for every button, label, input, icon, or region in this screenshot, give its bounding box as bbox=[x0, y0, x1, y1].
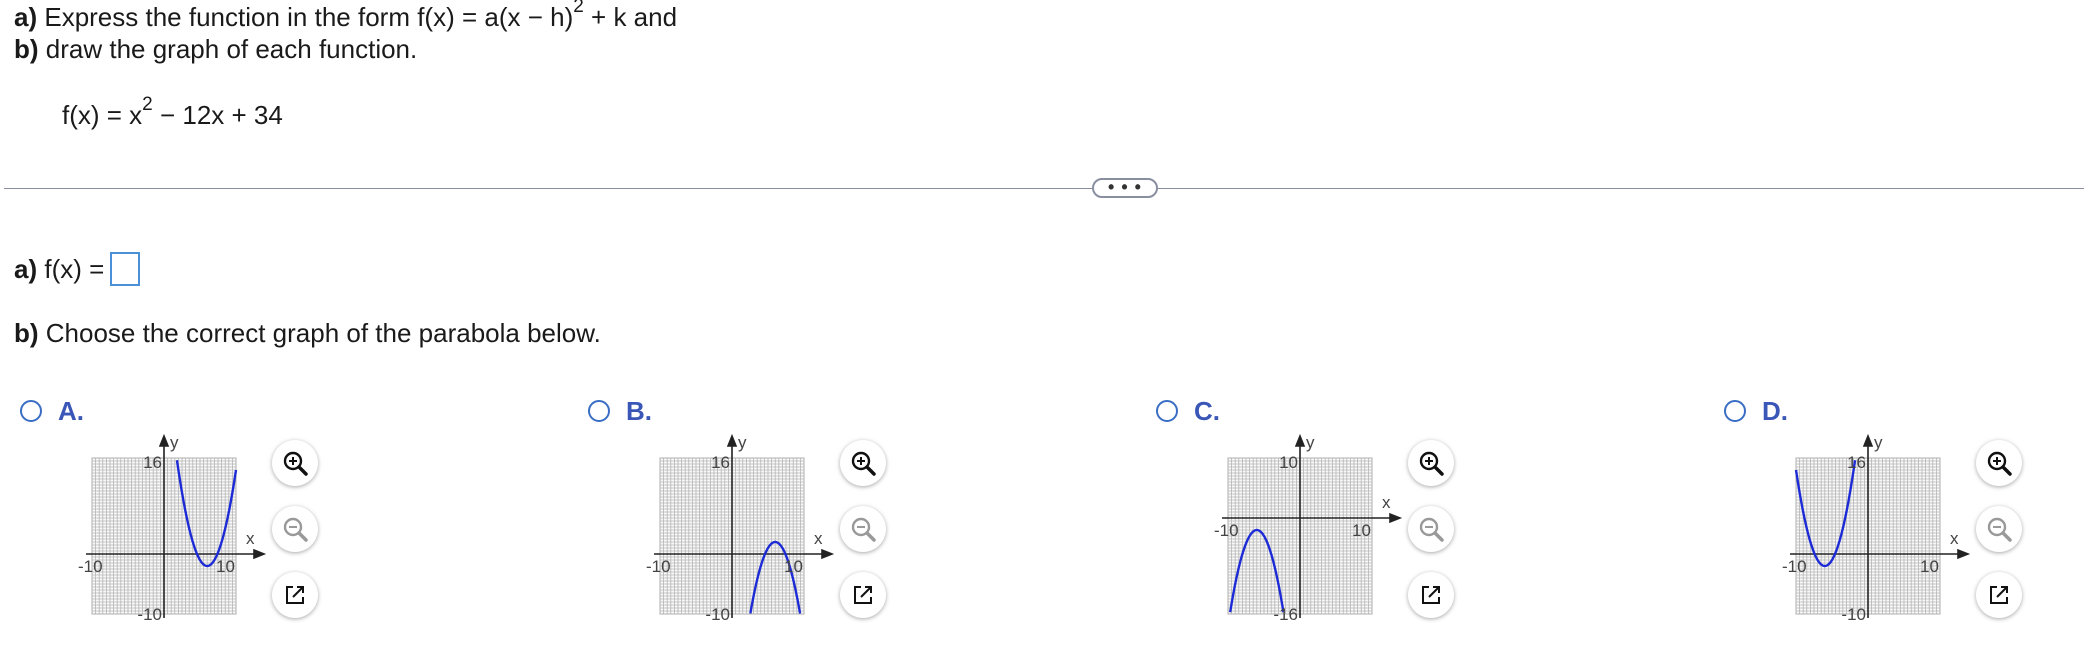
zoom-in-icon bbox=[283, 451, 308, 476]
popout-button[interactable] bbox=[1976, 572, 2022, 618]
zoom-in-button[interactable] bbox=[1408, 440, 1454, 486]
option-c[interactable]: C. y x 10 -16 -10 10 bbox=[1156, 392, 1716, 632]
label-b: b) bbox=[14, 34, 39, 64]
part-b-text: Choose the correct graph of the parabola… bbox=[38, 318, 601, 348]
y-axis-label: y bbox=[738, 433, 747, 452]
answer-input[interactable] bbox=[110, 252, 141, 287]
question-text-1: Express the function in the form f(x) = … bbox=[37, 2, 574, 32]
x-min-tick-label: -10 bbox=[1214, 521, 1239, 540]
label-a: a) bbox=[14, 2, 38, 32]
question-line-1: a) Express the function in the form f(x)… bbox=[14, 0, 678, 32]
popout-icon bbox=[854, 586, 872, 604]
part-b-prefix: b) bbox=[14, 318, 39, 348]
y-min-tick-label: -10 bbox=[137, 605, 162, 624]
y-min-tick-label: -10 bbox=[705, 605, 730, 624]
radio-button-c[interactable] bbox=[1156, 400, 1178, 422]
y-max-tick-label: 16 bbox=[711, 453, 730, 472]
zoom-in-icon bbox=[1419, 451, 1444, 476]
x-max-tick-label: 10 bbox=[1352, 521, 1371, 540]
question-line-2: b) draw the graph of each function. bbox=[14, 34, 417, 64]
graph-option-c[interactable]: y x 10 -16 -10 10 bbox=[1202, 433, 1422, 628]
y-max-tick-label: 10 bbox=[1279, 453, 1298, 472]
part-a-prefix: a) bbox=[14, 254, 38, 284]
zoom-out-button[interactable] bbox=[1976, 506, 2022, 552]
option-letter: A. bbox=[58, 396, 84, 426]
popout-button[interactable] bbox=[1408, 572, 1454, 618]
radio-button-a[interactable] bbox=[20, 400, 42, 422]
x-max-tick-label: 10 bbox=[784, 557, 803, 576]
zoom-out-icon bbox=[1987, 517, 2012, 542]
graph-option-b[interactable]: y x 16 -10 -10 10 bbox=[634, 433, 854, 628]
part-a: a) f(x) = bbox=[14, 252, 141, 287]
section-divider bbox=[4, 188, 2084, 189]
function-exponent: 2 bbox=[142, 94, 153, 116]
popout-icon bbox=[1990, 586, 2008, 604]
popout-icon bbox=[286, 586, 304, 604]
option-letter: D. bbox=[1762, 396, 1788, 426]
x-min-tick-label: -10 bbox=[78, 557, 103, 576]
question-text-1-suffix: + k and bbox=[583, 2, 678, 32]
zoom-out-button[interactable] bbox=[1408, 506, 1454, 552]
y-max-tick-label: 16 bbox=[143, 453, 162, 472]
x-axis-label: x bbox=[814, 529, 823, 548]
option-d[interactable]: D. y x 16 -10 -10 10 bbox=[1724, 392, 2084, 632]
x-axis-label: x bbox=[246, 529, 255, 548]
x-axis-label: x bbox=[1382, 493, 1391, 512]
y-min-tick-label: -10 bbox=[1841, 605, 1866, 624]
popout-icon bbox=[1422, 586, 1440, 604]
x-min-tick-label: -10 bbox=[646, 557, 671, 576]
zoom-in-button[interactable] bbox=[840, 440, 886, 486]
zoom-out-button[interactable] bbox=[272, 506, 318, 552]
y-max-tick-label: 16 bbox=[1847, 453, 1866, 472]
y-axis-label: y bbox=[1874, 433, 1883, 452]
radio-button-d[interactable] bbox=[1724, 400, 1746, 422]
expand-ellipsis-button[interactable]: • • • bbox=[1092, 178, 1158, 198]
popout-button[interactable] bbox=[840, 572, 886, 618]
option-letter: B. bbox=[626, 396, 652, 426]
graph-option-d[interactable]: y x 16 -10 -10 10 bbox=[1770, 433, 1990, 628]
zoom-out-icon bbox=[1419, 517, 1444, 542]
popout-button[interactable] bbox=[272, 572, 318, 618]
zoom-in-button[interactable] bbox=[1976, 440, 2022, 486]
zoom-in-icon bbox=[1987, 451, 2012, 476]
function-expression: f(x) = x2 − 12x + 34 bbox=[62, 95, 283, 130]
function-base: f(x) = x bbox=[62, 100, 143, 130]
x-axis-label: x bbox=[1950, 529, 1959, 548]
radio-button-b[interactable] bbox=[588, 400, 610, 422]
zoom-in-icon bbox=[851, 451, 876, 476]
exponent: 2 bbox=[573, 0, 584, 18]
option-b[interactable]: B. y x 16 -10 -10 10 bbox=[588, 392, 1148, 632]
zoom-out-button[interactable] bbox=[840, 506, 886, 552]
function-rest: − 12x + 34 bbox=[152, 100, 283, 130]
part-a-label: f(x) = bbox=[37, 254, 105, 284]
zoom-in-button[interactable] bbox=[272, 440, 318, 486]
question-text-2: draw the graph of each function. bbox=[38, 34, 418, 64]
y-axis-label: y bbox=[170, 433, 179, 452]
y-min-tick-label: -16 bbox=[1273, 605, 1298, 624]
zoom-out-icon bbox=[851, 517, 876, 542]
y-axis-label: y bbox=[1306, 433, 1315, 452]
graph-option-a[interactable]: y x 16 -10 -10 10 bbox=[66, 433, 286, 628]
x-max-tick-label: 10 bbox=[216, 557, 235, 576]
x-min-tick-label: -10 bbox=[1782, 557, 1807, 576]
x-max-tick-label: 10 bbox=[1920, 557, 1939, 576]
part-b: b) Choose the correct graph of the parab… bbox=[14, 318, 601, 348]
option-letter: C. bbox=[1194, 396, 1220, 426]
option-a[interactable]: A. y x 16 -10 -10 10 bbox=[20, 392, 580, 632]
zoom-out-icon bbox=[283, 517, 308, 542]
